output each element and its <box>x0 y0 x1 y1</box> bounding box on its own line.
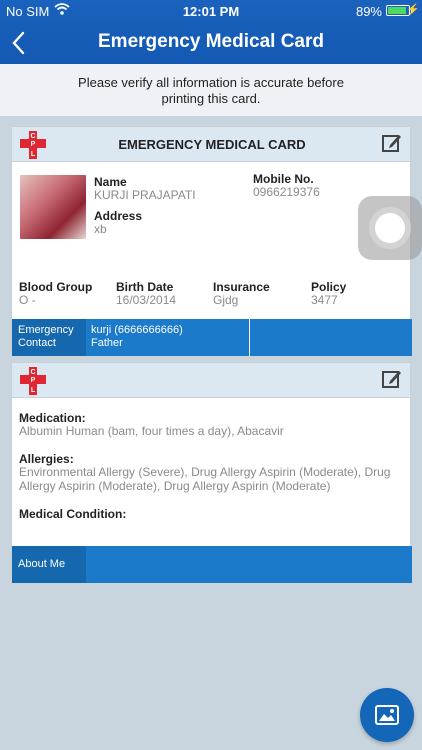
status-bar: No SIM 12:01 PM 89% ⚡ <box>0 0 422 22</box>
birth-date-value: 16/03/2014 <box>116 293 177 307</box>
edit-card-button[interactable] <box>382 133 402 153</box>
charging-icon: ⚡ <box>406 4 420 16</box>
medication-label: Medication: <box>19 411 86 425</box>
policy-value: 3477 <box>311 293 338 307</box>
insurance-value: Gjdg <box>213 293 239 307</box>
svg-text:C: C <box>30 369 35 376</box>
medication-value: Albumin Human (bam, four times a day), A… <box>19 424 284 438</box>
card-header: C P L EMERGENCY MEDICAL CARD <box>12 127 410 162</box>
emergency-contact-relation: Father <box>91 337 123 349</box>
name-label: Name <box>94 175 127 189</box>
allergies-value: Environmental Allergy (Severe), Drug All… <box>19 465 391 493</box>
allergies-label: Allergies: <box>19 452 74 466</box>
app-header: No SIM 12:01 PM 89% ⚡ Emergency Medical … <box>0 0 422 64</box>
page-title: Emergency Medical Card <box>98 31 324 52</box>
card-title: EMERGENCY MEDICAL CARD <box>118 137 306 152</box>
edit-icon <box>382 371 401 388</box>
medical-condition-label: Medical Condition: <box>19 507 127 521</box>
birth-date-label: Birth Date <box>116 280 174 294</box>
mobile-label: Mobile No. <box>253 172 314 186</box>
emergency-contact-bar: Emergency Contact kurji (6666666666) Fat… <box>12 319 412 356</box>
address-value: xb <box>94 222 107 236</box>
svg-text:L: L <box>31 387 36 394</box>
policy-label: Policy <box>311 280 347 294</box>
address-label: Address <box>94 209 143 223</box>
verify-notice: Please verify all information is accurat… <box>0 64 422 116</box>
insurance-label: Insurance <box>213 280 270 294</box>
medical-info-card: C P L Medication: Albumin Human (bam, fo… <box>11 362 412 583</box>
medical-card-header: C P L <box>12 363 410 398</box>
edit-medical-button[interactable] <box>382 369 402 389</box>
emergency-contact-label: Emergency Contact <box>12 319 86 356</box>
emergency-contact-info: kurji (6666666666) Father <box>86 319 250 356</box>
assistive-touch-button[interactable] <box>358 196 422 260</box>
image-fab-button[interactable] <box>360 688 414 742</box>
image-icon <box>375 705 399 725</box>
battery-percentage: 89% <box>355 4 382 19</box>
about-me-bar: About Me <box>12 546 412 583</box>
svg-text:P: P <box>31 377 36 384</box>
about-me-label: About Me <box>12 546 86 583</box>
profile-photo <box>20 175 86 239</box>
edit-icon <box>382 135 401 152</box>
blood-group-value: O - <box>19 293 36 307</box>
mobile-value: 0966219376 <box>253 185 320 199</box>
blood-group-label: Blood Group <box>19 280 93 294</box>
svg-text:L: L <box>31 151 36 158</box>
emergency-contact-name: kurji (6666666666) <box>91 324 183 336</box>
medical-card: C P L EMERGENCY MEDICAL CARD Name KURJI … <box>11 126 412 356</box>
name-value: KURJI PRAJAPATI <box>94 188 196 202</box>
cpl-logo-icon: C P L <box>20 367 46 395</box>
